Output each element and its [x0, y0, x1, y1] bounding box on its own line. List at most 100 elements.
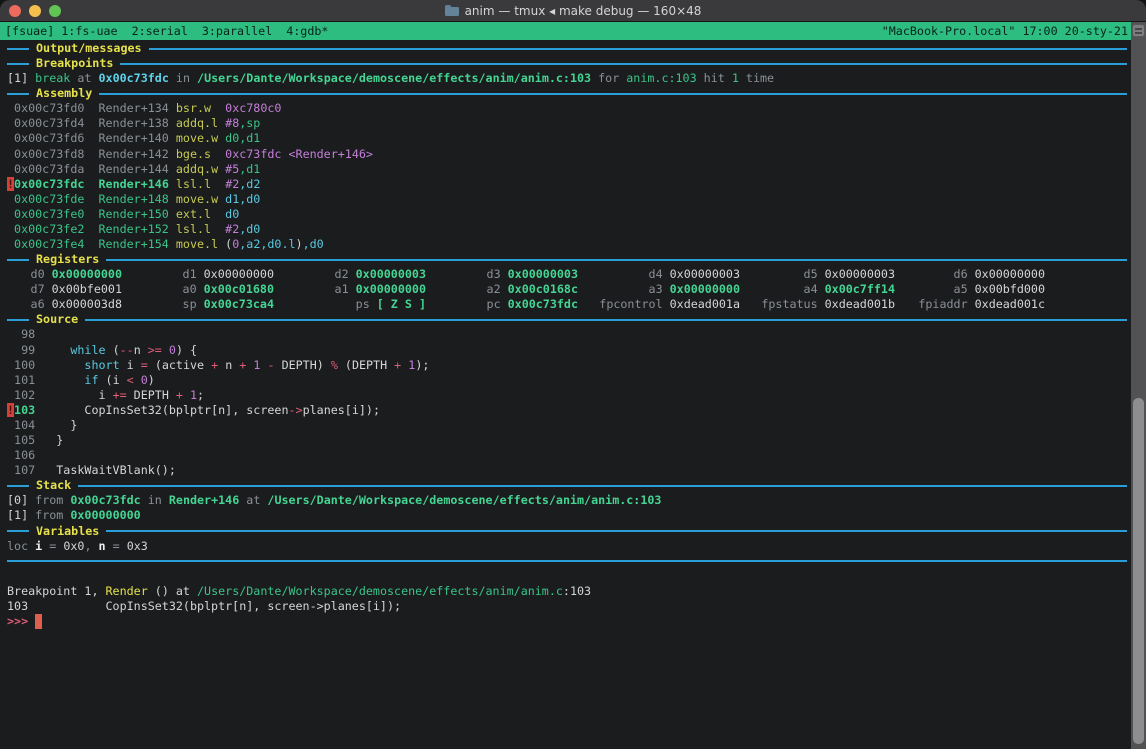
- asm-line: 0x00c73fd0 Render+134 bsr.w 0xc780c0: [7, 101, 282, 116]
- register-d3: d3 0x00000003: [426, 267, 578, 282]
- terminal-cursor[interactable]: [35, 613, 43, 630]
- asm-line: 0x00c73fe2 Render+152 lsl.l #2,d0: [7, 221, 261, 236]
- gdb-source-echo: 103 CopInsSet32(bplptr[n], screen->plane…: [7, 598, 402, 613]
- register-name: d0: [30, 267, 45, 282]
- section-title: Registers: [36, 252, 100, 267]
- register-value: 0x00000003: [824, 267, 895, 282]
- register-row-1: d0 0x00000000 d1 0x00000000 d2 0x00000003 d3 0x…: [7, 267, 1127, 282]
- source-line: 107 TaskWaitVBlank();: [7, 463, 176, 478]
- register-a2: a2 0x00c0168c: [426, 282, 578, 297]
- section-output-messages: Output/messages: [7, 41, 1127, 56]
- register-name: a1: [334, 282, 349, 297]
- section-title: Output/messages: [36, 41, 142, 55]
- register-value: 0x00bfd000: [974, 282, 1045, 297]
- register-pc: pc 0x00c73fdc: [426, 297, 578, 312]
- register-row-2: d7 0x00bfe001 a0 0x00c01680 a1 0x00000000 a2 0x…: [7, 282, 1127, 297]
- register-name: a2: [486, 282, 501, 297]
- register-d0: d0 0x00000000: [7, 267, 122, 282]
- register-fpcontrol: fpcontrol 0xdead001a: [578, 297, 740, 312]
- tmux-window-1[interactable]: 1:fs-uae: [61, 24, 117, 38]
- section-title: Stack: [36, 478, 72, 493]
- asm-line-current: !0x00c73fdc Render+146 lsl.l #2,d2: [7, 176, 261, 191]
- register-name: fpiaddr: [918, 297, 968, 312]
- register-a5: a5 0x00bfd000: [895, 282, 1045, 297]
- register-name: d7: [30, 282, 45, 297]
- section-variables: Variables: [7, 524, 1127, 539]
- register-name: a0: [182, 282, 197, 297]
- register-a6: a6 0x000003d8: [7, 297, 122, 312]
- tmux-window-4-active[interactable]: 4:gdb*: [286, 24, 328, 38]
- register-value: 0xdead001b: [824, 297, 895, 312]
- source-line: 102 i += DEPTH + 1;: [7, 387, 205, 402]
- scrollbar-thumb[interactable]: [1133, 398, 1144, 744]
- register-d6: d6 0x00000000: [895, 267, 1045, 282]
- register-value: 0x00000000: [203, 267, 274, 282]
- register-value: 0x00000003: [669, 267, 740, 282]
- register-fpiaddr: fpiaddr 0xdead001c: [895, 297, 1045, 312]
- register-name: d6: [953, 267, 968, 282]
- register-value: [ Z S ]: [376, 297, 426, 312]
- asm-line: 0x00c73fd8 Render+142 bge.s 0xc73fdc <Re…: [7, 146, 373, 161]
- asm-line: 0x00c73fda Render+144 addq.w #5,d1: [7, 161, 261, 176]
- source-line: 100 short i = (active + n + 1 - DEPTH) %…: [7, 357, 430, 372]
- register-name: d5: [803, 267, 818, 282]
- source-line: 106: [7, 448, 36, 463]
- register-d2: d2 0x00000003: [274, 267, 426, 282]
- tmux-window-list: [fsuae] 1:fs-uae 2:serial 3:parallel 4:g…: [5, 24, 342, 38]
- terminal-content[interactable]: Output/messages Breakpoints [1] break at 0…: [0, 40, 1131, 749]
- tmux-window-2[interactable]: 2:serial: [132, 24, 188, 38]
- register-name: ps: [355, 297, 370, 312]
- window-title-area: anim — tmux ◂ make debug — 160×48: [0, 4, 1146, 18]
- breakpoint-entry: [1] break at 0x00c73fdc in /Users/Dante/…: [7, 71, 775, 86]
- stack-frame-0: [0] from 0x00c73fdc in Render+146 at /Us…: [7, 493, 662, 508]
- asm-line: 0x00c73fe4 Render+154 move.l (0,a2,d0.l)…: [7, 237, 324, 252]
- register-value: 0xdead001a: [669, 297, 740, 312]
- section-breakpoints: Breakpoints: [7, 56, 1127, 71]
- register-name: a5: [953, 282, 968, 297]
- register-value: 0x00000000: [669, 282, 740, 297]
- register-name: d3: [486, 267, 501, 282]
- register-a3: a3 0x00000000: [578, 282, 740, 297]
- gdb-prompt: >>>: [7, 613, 1127, 630]
- register-value: 0x00c73fdc: [507, 297, 578, 312]
- register-value: 0x00c0168c: [507, 282, 578, 297]
- register-sp: sp 0x00c73ca4: [122, 297, 274, 312]
- register-a1: a1 0x00000000: [274, 282, 426, 297]
- source-line: 105 }: [7, 433, 64, 448]
- register-value: 0x000003d8: [51, 297, 122, 312]
- section-stack: Stack: [7, 478, 1127, 493]
- register-name: d4: [648, 267, 663, 282]
- section-source: Source: [7, 312, 1127, 327]
- tmux-window-3[interactable]: 3:parallel: [202, 24, 272, 38]
- register-name: a4: [803, 282, 818, 297]
- register-name: sp: [182, 297, 197, 312]
- source-line: 104 }: [7, 417, 78, 432]
- section-registers: Registers: [7, 252, 1127, 267]
- register-d5: d5 0x00000003: [740, 267, 895, 282]
- register-ps: ps [ Z S ]: [274, 297, 426, 312]
- register-value: 0x00bfe001: [51, 282, 122, 297]
- window-title: anim — tmux ◂ make debug — 160×48: [464, 3, 702, 18]
- register-value: 0x00c7ff14: [824, 282, 895, 297]
- register-d4: d4 0x00000003: [578, 267, 740, 282]
- register-value: 0xdead001c: [974, 297, 1045, 312]
- register-a0: a0 0x00c01680: [122, 282, 274, 297]
- register-d1: d1 0x00000000: [122, 267, 274, 282]
- section-title: Variables: [36, 523, 100, 538]
- asm-line: 0x00c73fde Render+148 move.w d1,d0: [7, 191, 261, 206]
- variables-line: loc i = 0x0, n = 0x3: [7, 538, 148, 553]
- scrollbar-track[interactable]: [1131, 22, 1146, 749]
- stack-frame-1: [1] from 0x00000000: [7, 508, 141, 523]
- tmux-status-right: "MacBook-Pro.local" 17:00 20-sty-21: [881, 24, 1128, 38]
- register-fpstatus: fpstatus 0xdead001b: [740, 297, 895, 312]
- gdb-breakpoint-message: Breakpoint 1, Render () at /Users/Dante/…: [7, 583, 592, 598]
- dashboard-bottom-divider: [7, 554, 1127, 569]
- register-value: 0x00000003: [507, 267, 578, 282]
- section-title: Breakpoints: [36, 56, 114, 71]
